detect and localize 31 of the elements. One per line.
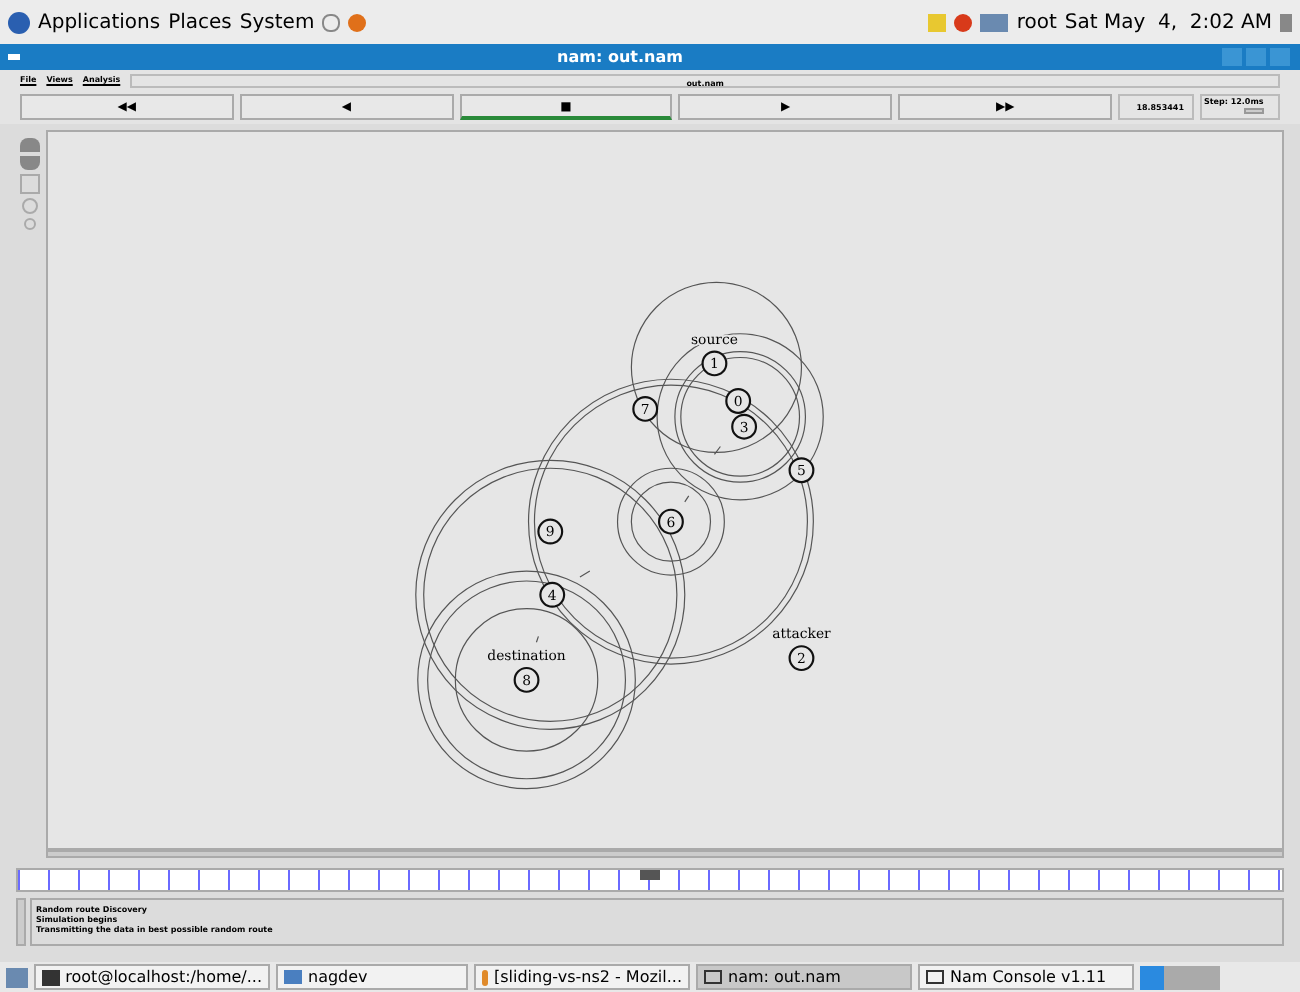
window-icon	[704, 970, 722, 984]
taskbar-button[interactable]: nam: out.nam	[696, 964, 912, 990]
panel-menu[interactable]: Places	[168, 7, 232, 37]
timeline-marker[interactable]	[640, 870, 660, 880]
terminal-icon	[42, 969, 60, 985]
taskbar-button[interactable]: [sliding-vs-ns2 - Mozil...	[474, 964, 690, 990]
zoom-out-icon[interactable]	[19, 156, 39, 170]
panel-menu[interactable]: System	[239, 7, 315, 37]
grid-icon[interactable]	[19, 174, 39, 194]
show-desktop-icon[interactable]	[6, 967, 28, 987]
taskbar-button[interactable]: nagdev	[276, 964, 468, 990]
user-name: root	[1016, 9, 1057, 37]
log-scrollbar[interactable]	[16, 898, 26, 946]
taskbar-button[interactable]: root@localhost:/home/...	[34, 964, 270, 990]
taskbar-button[interactable]: Nam Console v1.11	[918, 964, 1134, 990]
zoom-in-icon[interactable]	[19, 138, 39, 152]
window-title: nam: out.nam	[555, 45, 685, 69]
folder-icon	[284, 970, 302, 984]
network-icon[interactable]	[980, 13, 1009, 31]
horizontal-scrollbar[interactable]	[46, 850, 1284, 858]
timeline[interactable]	[16, 868, 1284, 892]
slider-thumb[interactable]	[1244, 108, 1265, 114]
panel-menu[interactable]: Applications	[38, 7, 161, 37]
workspace-switcher[interactable]	[1140, 965, 1220, 989]
browser-icon[interactable]	[348, 13, 367, 31]
logo-icon	[8, 11, 30, 33]
gear-icon[interactable]	[954, 13, 973, 31]
clock[interactable]: Sat May 4, 2:02 AM	[1064, 7, 1272, 37]
home-icon[interactable]	[322, 13, 341, 31]
notes-icon[interactable]	[928, 13, 947, 31]
window-icon	[926, 970, 944, 984]
